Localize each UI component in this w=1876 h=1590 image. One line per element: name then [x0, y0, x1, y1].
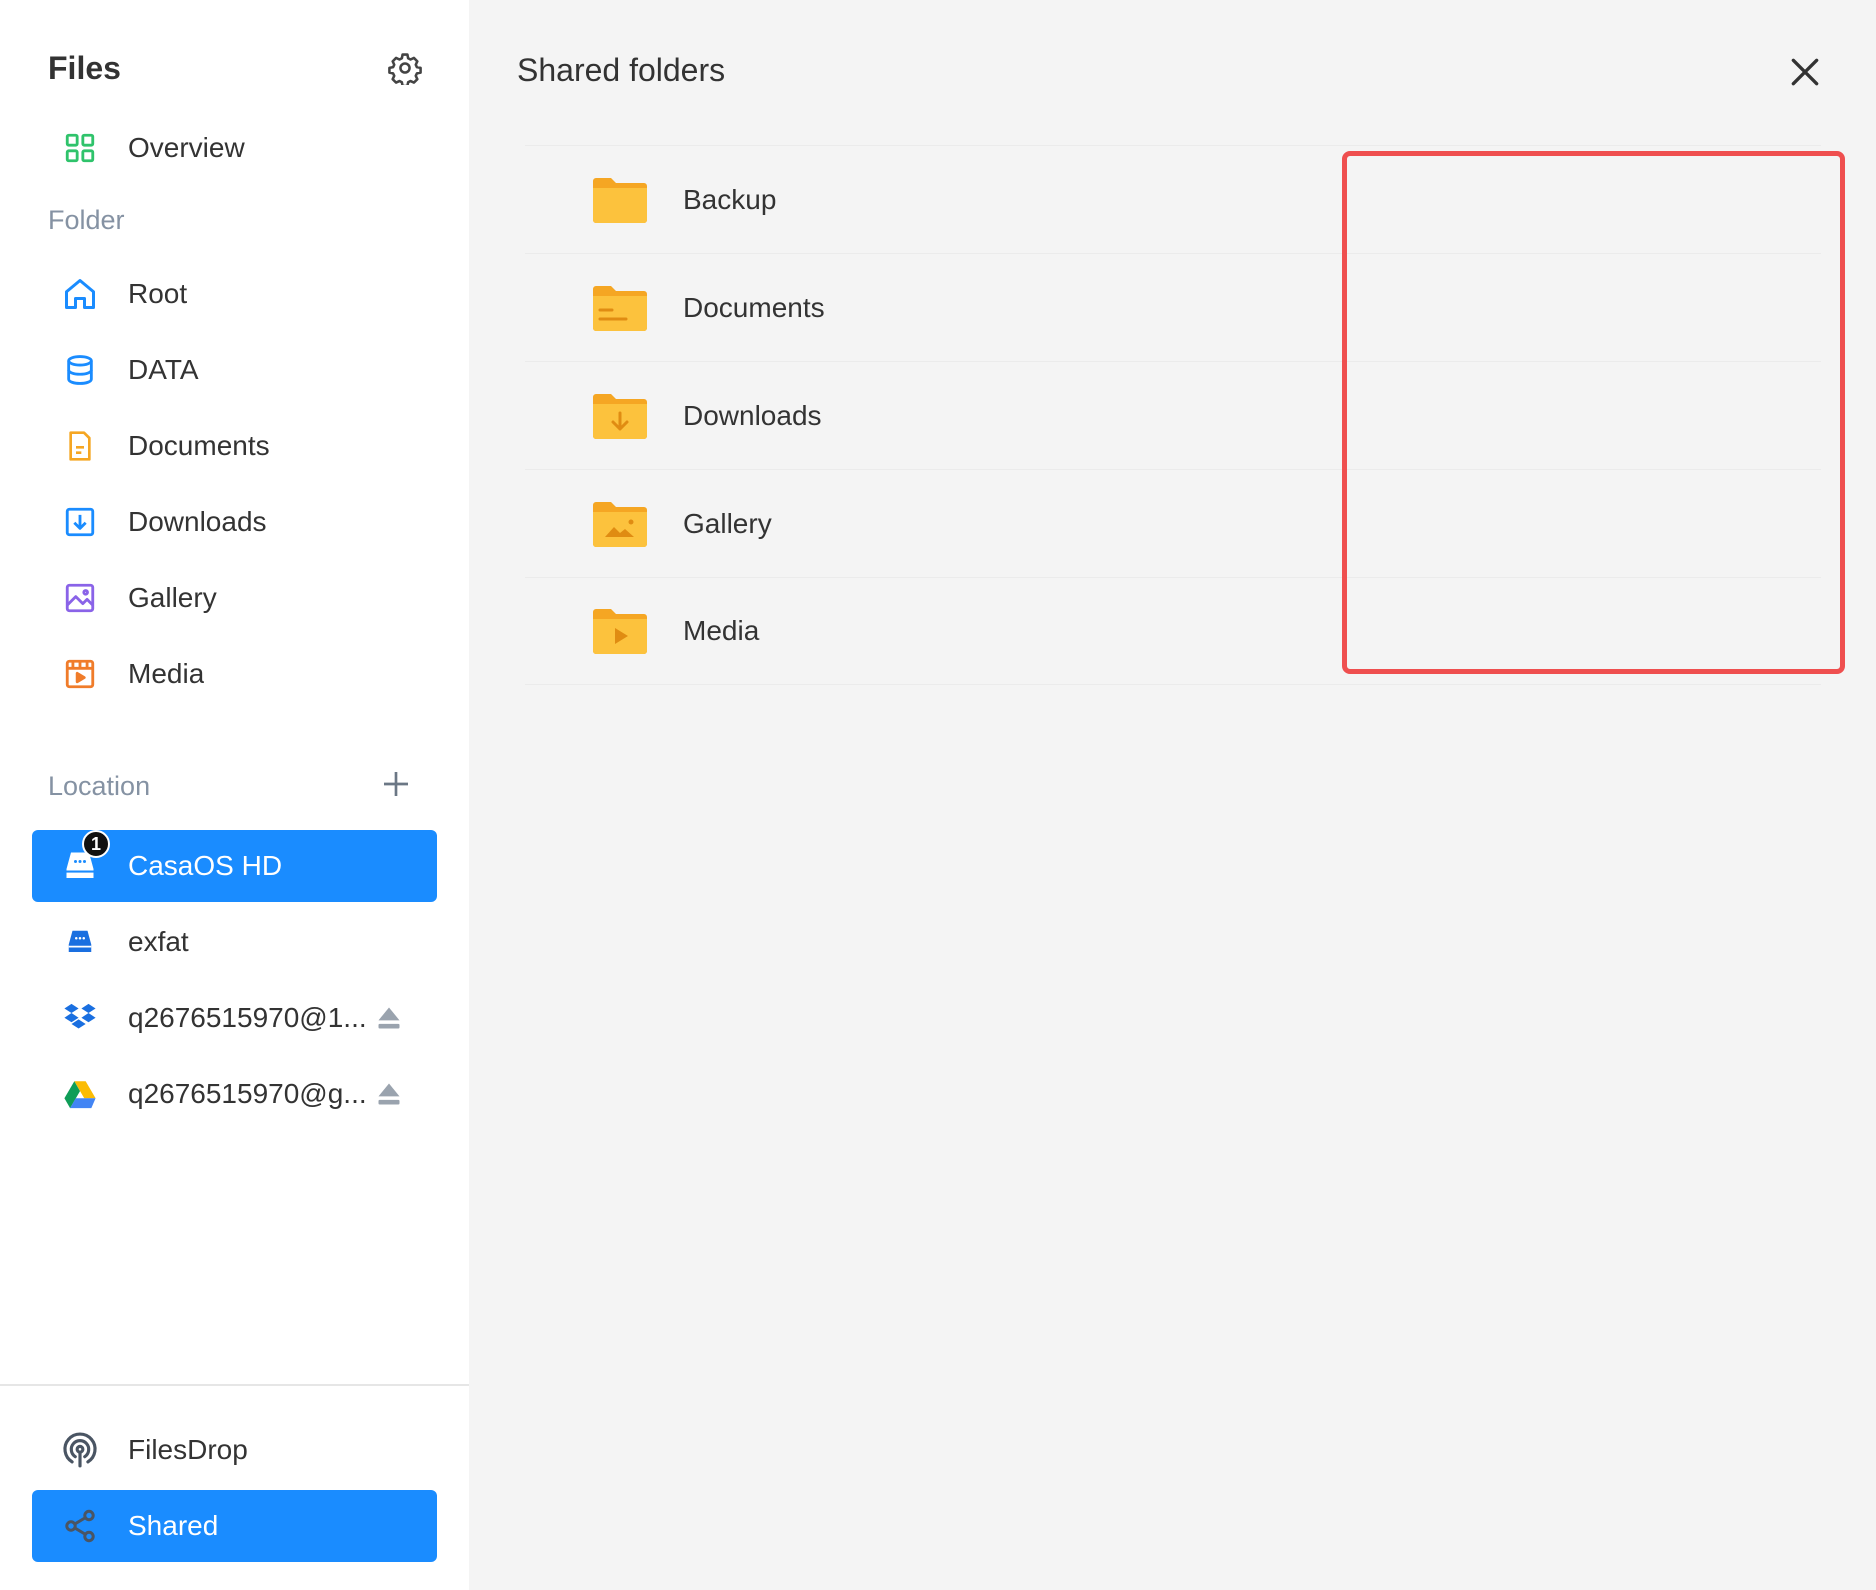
settings-gear-icon[interactable]	[387, 50, 423, 86]
sidebar-item-label: Documents	[128, 430, 270, 461]
close-icon[interactable]	[1785, 52, 1825, 92]
google-drive-icon	[60, 1074, 100, 1114]
folder-name: Media	[683, 615, 760, 646]
location-item-dropbox[interactable]: q2676515970@1...	[32, 982, 437, 1054]
sidebar-item-label: DATA	[128, 354, 199, 385]
location-item-label: exfat	[128, 926, 189, 957]
folder-icon	[593, 177, 647, 223]
sidebar-item-label: Downloads	[128, 506, 267, 537]
folder-document-icon	[593, 285, 647, 331]
shared-folders-panel: Shared folders Backup Documents Download…	[469, 0, 1876, 1590]
sidebar-item-label: Media	[128, 658, 205, 689]
home-icon	[60, 274, 100, 314]
sidebar-item-label: Root	[128, 278, 188, 309]
folder-section-label: Folder	[48, 205, 125, 235]
location-item-label: q2676515970@g...	[128, 1078, 367, 1109]
media-icon	[60, 654, 100, 694]
share-icon	[60, 1506, 100, 1546]
image-icon	[60, 578, 100, 618]
folder-download-icon	[593, 393, 647, 439]
sidebar-item-filesdrop[interactable]: FilesDrop	[32, 1414, 437, 1486]
drive-icon	[60, 922, 100, 962]
sidebar-item-shared[interactable]: Shared	[32, 1490, 437, 1562]
app-title: Files	[48, 49, 121, 86]
folder-name: Documents	[683, 291, 825, 323]
sidebar-item-label: Overview	[128, 132, 245, 163]
folder-name: Downloads	[683, 399, 822, 431]
highlight-annotation-box	[1342, 151, 1845, 674]
folder-gallery-icon	[593, 501, 647, 547]
document-icon	[60, 426, 100, 466]
folder-media-icon	[593, 609, 647, 654]
location-item-label: CasaOS HD	[128, 850, 283, 881]
add-location-plus-icon[interactable]	[380, 768, 412, 800]
folder-name: Gallery	[683, 507, 772, 539]
drive-icon: 1	[60, 830, 110, 886]
sidebar-divider	[0, 1384, 469, 1386]
airdrop-icon	[60, 1430, 100, 1470]
page-title: Shared folders	[517, 52, 726, 88]
sidebar-item-documents[interactable]: Documents	[32, 410, 437, 482]
notification-badge: 1	[82, 830, 110, 858]
location-item-exfat[interactable]: exfat	[32, 906, 437, 978]
sidebar-item-gallery[interactable]: Gallery	[32, 562, 437, 634]
sidebar-item-label: Gallery	[128, 582, 217, 613]
database-icon	[60, 350, 100, 390]
folder-name: Backup	[683, 183, 777, 215]
download-icon	[60, 502, 100, 542]
sidebar-item-media[interactable]: Media	[32, 638, 437, 710]
files-app: Files Overview Folder Root DATA Document…	[0, 0, 1876, 1590]
location-item-label: q2676515970@1...	[128, 1002, 367, 1033]
sidebar-item-data[interactable]: DATA	[32, 334, 437, 406]
location-item-casaos-hd[interactable]: 1 CasaOS HD	[32, 830, 437, 902]
sidebar-item-overview[interactable]: Overview	[32, 112, 437, 184]
sidebar-item-label: FilesDrop	[128, 1434, 248, 1465]
eject-icon[interactable]	[375, 1004, 403, 1032]
grid-icon	[60, 128, 100, 168]
sidebar-item-label: Shared	[128, 1510, 219, 1541]
sidebar-item-downloads[interactable]: Downloads	[32, 486, 437, 558]
sidebar-header: Files	[48, 44, 423, 92]
dropbox-icon	[60, 998, 100, 1038]
sidebar: Files Overview Folder Root DATA Document…	[0, 0, 469, 1590]
location-item-google-drive[interactable]: q2676515970@g...	[32, 1058, 437, 1130]
sidebar-item-root[interactable]: Root	[32, 258, 437, 330]
eject-icon[interactable]	[375, 1080, 403, 1108]
location-section-label: Location	[48, 771, 151, 801]
